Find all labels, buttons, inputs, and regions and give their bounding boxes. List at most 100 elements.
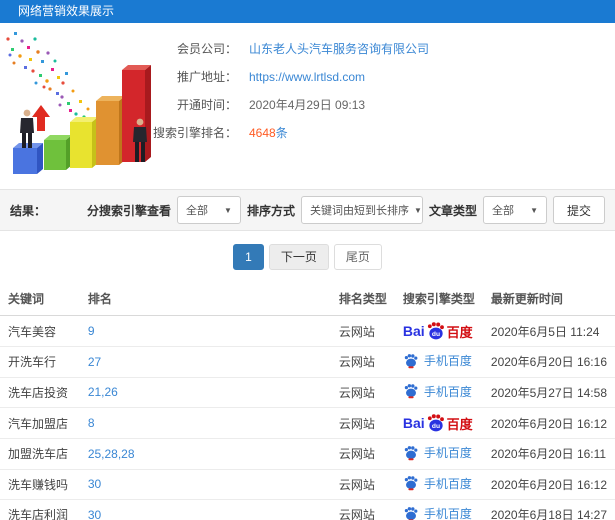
businessman-left (20, 109, 34, 148)
baidu-logo-cn-text: 百度 (446, 416, 473, 432)
rank-link[interactable]: 30 (88, 508, 101, 520)
baidu-logo-bai-text: Bai (402, 415, 425, 431)
rank-type-cell: 云网站 (330, 346, 395, 378)
table-row: 开洗车行 27 云网站 手机百度 2020年6月20日 16:16 (0, 346, 615, 378)
promo-url-link[interactable]: https://www.lrtlsd.com (249, 63, 365, 91)
mobile-baidu-paw-icon (404, 384, 418, 399)
engine-cell: Bai du 百度 (394, 407, 483, 439)
last-page-button[interactable]: 尾页 (333, 244, 382, 270)
baidu-paw-du-text: du (432, 423, 440, 430)
info-row-url: 推广地址： https://www.lrtlsd.com (110, 63, 610, 91)
rank-type-cell: 云网站 (330, 499, 395, 520)
chevron-down-icon: ▼ (413, 205, 422, 215)
mobile-baidu-badge: 手机百度 (403, 352, 472, 369)
col-header-rank-type: 排名类型 (330, 282, 395, 316)
keyword-cell: 加盟洗车店 (0, 438, 80, 470)
rank-cell: 27 (79, 346, 331, 378)
rank-link[interactable]: 25,28,28 (88, 447, 135, 461)
mobile-baidu-paw-icon (404, 445, 418, 460)
page-title-bar: 网络营销效果展示 (0, 0, 615, 23)
baidu-logo-cn-text: 百度 (446, 324, 473, 340)
update-time-cell: 2020年6月20日 16:11 (482, 438, 615, 470)
update-time-cell: 2020年5月27日 14:58 (482, 377, 615, 408)
company-label: 会员公司： (176, 42, 237, 56)
mobile-baidu-badge: 手机百度 (403, 475, 472, 492)
table-row: 洗车店投资 21,26 云网站 手机百度 2020年5月27日 14:58 (0, 377, 615, 408)
table-body: 汽车美容 9 云网站 Bai du 百度 2020年6月5日 11:24 开洗车… (0, 315, 615, 520)
open-time-label: 开通时间： (176, 98, 237, 112)
engine-cell: 手机百度 (394, 346, 483, 378)
rank-type-cell: 云网站 (330, 469, 395, 500)
rank-count-number: 4648 (249, 126, 276, 140)
baidu-logo: Bai du 百度 (403, 413, 473, 433)
results-table: 关键词 排名 排名类型 搜索引擎类型 最新更新时间 汽车美容 9 云网站 Bai… (0, 282, 615, 520)
table-row: 洗车赚钱吗 30 云网站 手机百度 2020年6月20日 16:12 (0, 469, 615, 500)
mobile-baidu-badge: 手机百度 (403, 383, 472, 400)
mobile-baidu-label: 手机百度 (423, 476, 472, 491)
next-page-button[interactable]: 下一页 (268, 244, 329, 270)
mobile-baidu-label: 手机百度 (423, 507, 472, 520)
mobile-baidu-paw-icon (404, 506, 418, 520)
sort-value: 关键词由短到长排序 (309, 205, 409, 217)
update-time-cell: 2020年6月18日 14:27 (482, 499, 615, 520)
keyword-cell: 开洗车行 (0, 346, 80, 378)
filter-controls: 分搜索引擎查看 全部 ▼ 排序方式 关键词由短到长排序 ▼ 文章类型 全部 ▼ … (87, 196, 605, 224)
promo-url-label: 推广地址： (176, 70, 237, 84)
rank-type-cell: 云网站 (330, 315, 395, 347)
col-header-update-time: 最新更新时间 (482, 282, 615, 316)
page-title: 网络营销效果展示 (18, 4, 115, 18)
update-time-cell: 2020年6月20日 16:12 (482, 407, 615, 439)
mobile-baidu-paw-icon (404, 353, 418, 368)
confetti-dots (6, 32, 90, 119)
rank-link[interactable]: 21,26 (88, 385, 118, 399)
rank-cell: 9 (79, 315, 331, 347)
sort-select[interactable]: 关键词由短到长排序 ▼ (300, 196, 423, 224)
keyword-cell: 洗车赚钱吗 (0, 469, 80, 500)
rank-link[interactable]: 8 (88, 416, 95, 430)
update-time-cell: 2020年6月20日 16:12 (482, 469, 615, 500)
engine-cell: 手机百度 (394, 377, 483, 408)
mobile-baidu-label: 手机百度 (423, 446, 472, 460)
rank-link[interactable]: 30 (88, 477, 101, 491)
up-arrow-icon (32, 105, 50, 131)
rank-count-value: 4648条 (249, 119, 288, 147)
page-button-current[interactable]: 1 (233, 244, 264, 270)
rank-link[interactable]: 9 (88, 324, 95, 338)
table-row: 汽车加盟店 8 云网站 Bai du 百度 2020年6月20日 16:12 (0, 407, 615, 439)
mobile-baidu-paw-icon (404, 476, 418, 491)
keyword-cell: 汽车美容 (0, 315, 80, 347)
baidu-logo-bai-text: Bai (402, 323, 425, 339)
rank-count-label: 搜索引擎排名： (152, 126, 237, 140)
engine-filter-select[interactable]: 全部 ▼ (176, 196, 241, 224)
article-type-select[interactable]: 全部 ▼ (482, 196, 547, 224)
rank-link[interactable]: 27 (88, 355, 101, 369)
keyword-cell: 汽车加盟店 (0, 407, 80, 439)
chevron-down-icon: ▼ (530, 205, 538, 215)
update-time-cell: 2020年6月5日 11:24 (482, 315, 615, 347)
rank-type-cell: 云网站 (330, 438, 395, 470)
result-label: 结果： (10, 203, 47, 218)
rank-cell: 30 (79, 469, 331, 500)
engine-filter-label: 分搜索引擎查看 (86, 203, 171, 218)
open-time-value: 2020年4月29日 09:13 (249, 98, 366, 112)
mobile-baidu-badge: 手机百度 (403, 505, 472, 520)
mobile-baidu-label: 手机百度 (423, 384, 472, 399)
rank-type-cell: 云网站 (330, 377, 395, 408)
table-row: 洗车店利润 30 云网站 手机百度 2020年6月18日 14:27 (0, 499, 615, 520)
col-header-engine-type: 搜索引擎类型 (394, 282, 483, 316)
rank-cell: 30 (79, 499, 331, 520)
engine-cell: 手机百度 (394, 438, 483, 470)
engine-cell: Bai du 百度 (394, 315, 483, 347)
article-type-label: 文章类型 (428, 203, 477, 218)
update-time-cell: 2020年6月20日 16:16 (482, 346, 615, 378)
engine-filter-value: 全部 (185, 205, 208, 217)
baidu-paw-du-text: du (432, 331, 440, 338)
mobile-baidu-badge: 手机百度 (403, 444, 472, 461)
company-link[interactable]: 山东老人头汽车服务咨询有限公司 (249, 35, 429, 63)
col-header-keyword: 关键词 (0, 282, 80, 316)
submit-button[interactable]: 提交 (552, 196, 605, 224)
table-header-row: 关键词 排名 排名类型 搜索引擎类型 最新更新时间 (0, 282, 615, 316)
engine-cell: 手机百度 (394, 499, 483, 520)
info-section: 会员公司： 山东老人头汽车服务咨询有限公司 推广地址： https://www.… (0, 23, 615, 189)
baidu-paw-icon: du (427, 414, 444, 432)
